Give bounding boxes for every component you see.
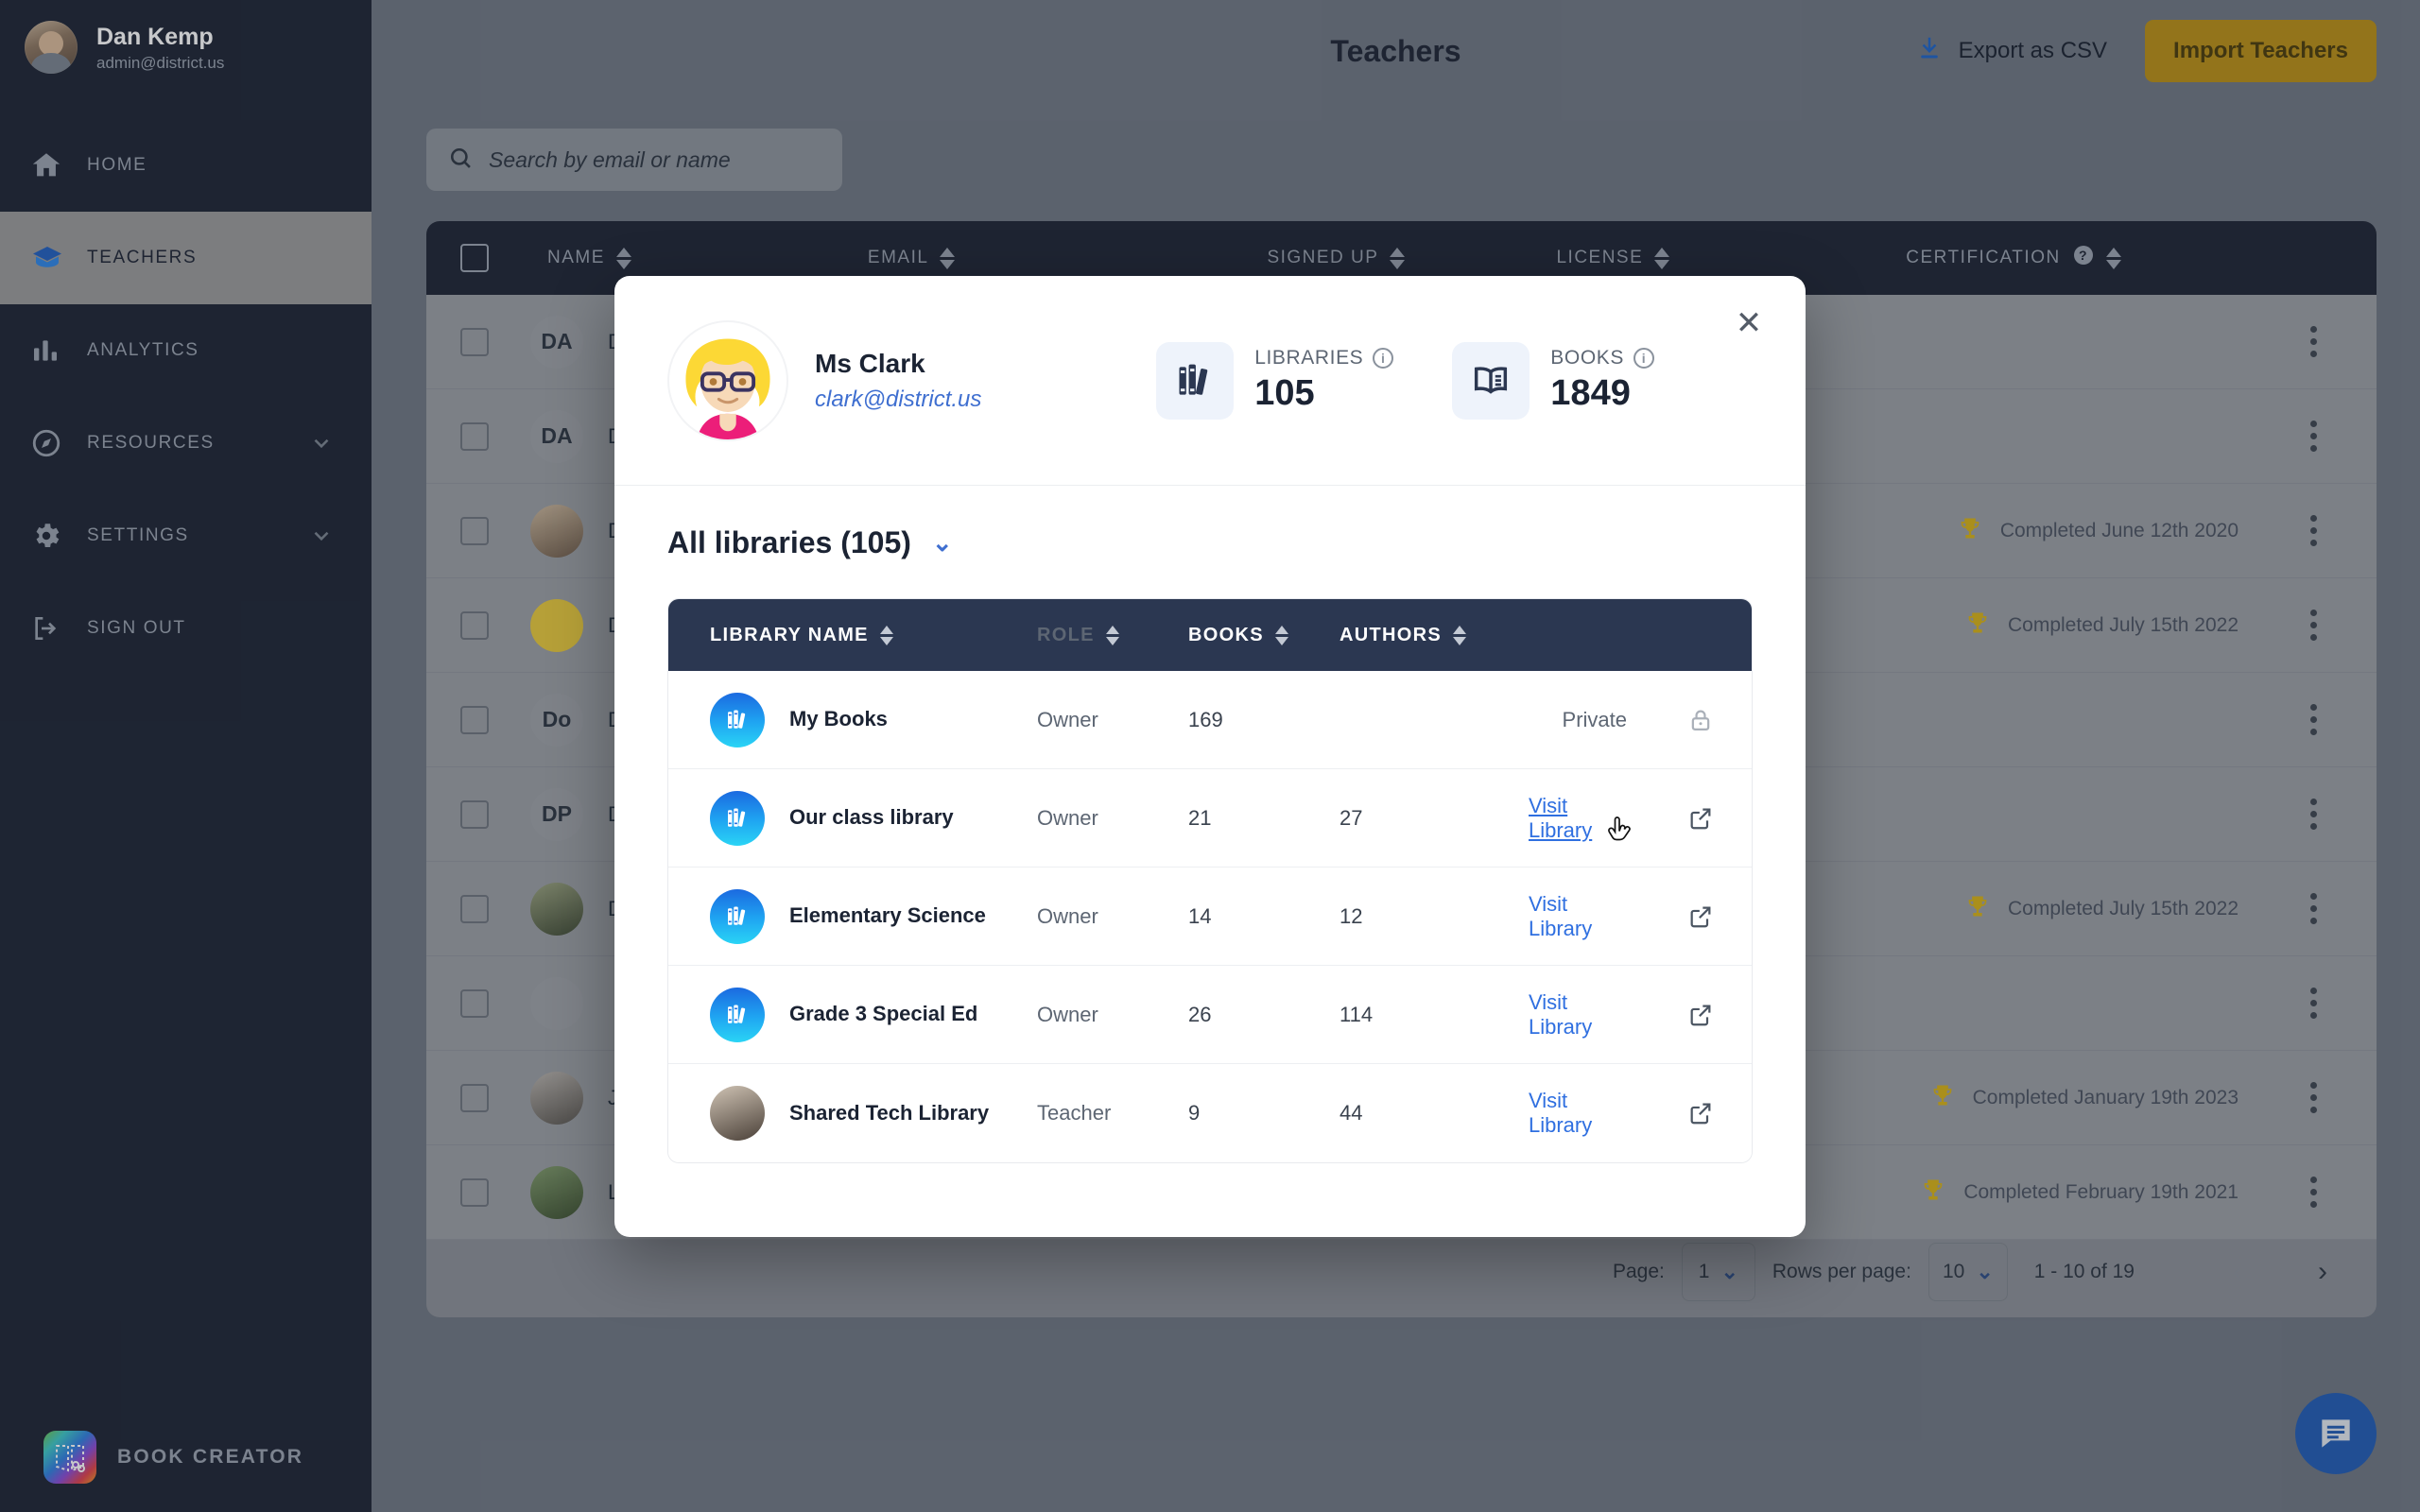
library-role-cell: Owner xyxy=(1037,903,1098,928)
library-role-cell: Owner xyxy=(1037,1002,1098,1026)
visit-library-link[interactable]: Visit Library xyxy=(1529,1089,1627,1138)
library-name: Grade 3 Special Ed xyxy=(789,1002,978,1026)
sort-arrows-icon xyxy=(1105,625,1119,645)
library-books-cell: 21 xyxy=(1188,805,1212,830)
private-label: Private xyxy=(1562,707,1627,731)
library-action-cell: Visit Library xyxy=(1529,990,1650,1040)
column-header-library-name[interactable]: LIBRARY NAME xyxy=(668,625,1037,646)
libraries-title: All libraries (105) xyxy=(667,525,911,559)
stat-label-text: BOOKS xyxy=(1550,347,1624,369)
library-row[interactable]: Our class library Owner 21 27 Visit Library xyxy=(668,769,1752,868)
library-name-cell: Grade 3 Special Ed xyxy=(668,987,1037,1042)
chevron-down-icon[interactable]: ⌄ xyxy=(932,528,953,558)
library-name: Shared Tech Library xyxy=(789,1100,990,1125)
books-shelf-icon xyxy=(1156,341,1235,420)
modal-stats: LIBRARIES i 105 BOOKS i 1849 xyxy=(1156,341,1753,420)
library-icon xyxy=(710,790,765,846)
library-row[interactable]: Grade 3 Special Ed Owner 26 114 Visit Librar… xyxy=(668,966,1752,1064)
library-icon xyxy=(710,692,765,747)
info-icon[interactable]: i xyxy=(1373,348,1394,369)
lock-icon xyxy=(1650,707,1752,733)
external-link-icon[interactable] xyxy=(1650,903,1752,930)
column-header-role[interactable]: ROLE xyxy=(1037,625,1188,646)
close-icon[interactable]: ✕ xyxy=(1726,301,1772,346)
column-label: ROLE xyxy=(1037,624,1095,645)
library-books-cell: 26 xyxy=(1188,1002,1212,1026)
sort-arrows-icon xyxy=(1453,625,1466,645)
library-books-cell: 14 xyxy=(1188,903,1212,928)
library-row[interactable]: My Books Owner 169 Private xyxy=(668,671,1752,769)
open-book-icon xyxy=(1452,341,1530,420)
library-authors-cell: 44 xyxy=(1340,1101,1363,1125)
libraries-table-header: LIBRARY NAME ROLE BOOKS AUTHORS xyxy=(668,599,1752,671)
library-name-cell: Shared Tech Library xyxy=(668,1086,1037,1141)
library-authors-cell: 114 xyxy=(1340,1002,1374,1026)
sort-arrows-icon xyxy=(879,625,893,645)
visit-library-link[interactable]: Visit Library xyxy=(1529,794,1627,843)
library-action-cell: Visit Library xyxy=(1529,892,1650,941)
stat-libraries-value: 105 xyxy=(1254,373,1315,413)
stat-books-value: 1849 xyxy=(1550,373,1631,413)
modal-teacher-meta: Ms Clark clark@district.us xyxy=(815,349,981,413)
stat-books: BOOKS i 1849 xyxy=(1452,341,1654,420)
column-header-authors[interactable]: AUTHORS xyxy=(1340,625,1529,646)
library-action-cell: Private xyxy=(1529,708,1650,732)
library-role-cell: Teacher xyxy=(1037,1101,1112,1125)
modal-header: ✕ Ms Clark clark@district.us LIBRARIES i… xyxy=(614,276,1806,486)
teacher-detail-modal: ✕ Ms Clark clark@district.us LIBRARIES i… xyxy=(614,276,1806,1237)
library-action-cell: Visit Library xyxy=(1529,794,1650,843)
library-name-cell: Our class library xyxy=(668,790,1037,846)
library-name-cell: My Books xyxy=(668,692,1037,747)
library-authors-cell: 12 xyxy=(1340,903,1363,928)
library-books-cell: 9 xyxy=(1188,1101,1201,1125)
modal-teacher-email: clark@district.us xyxy=(815,386,982,412)
column-label: LIBRARY NAME xyxy=(710,624,869,645)
library-row[interactable]: Elementary Science Owner 14 12 Visit Library xyxy=(668,868,1752,966)
modal-body: All libraries (105) ⌄ LIBRARY NAME ROLE … xyxy=(614,486,1806,1163)
library-icon xyxy=(710,888,765,944)
external-link-icon[interactable] xyxy=(1650,1002,1752,1028)
library-name-cell: Elementary Science xyxy=(668,888,1037,944)
column-label: AUTHORS xyxy=(1340,624,1442,645)
column-label: BOOKS xyxy=(1188,624,1264,645)
stat-libraries-label: LIBRARIES i xyxy=(1254,347,1394,369)
stat-label-text: LIBRARIES xyxy=(1254,347,1364,369)
info-icon[interactable]: i xyxy=(1634,348,1654,369)
teacher-photo-icon xyxy=(710,1086,765,1141)
cartoon-avatar-blonde-glasses-icon xyxy=(667,319,788,441)
library-books-cell: 169 xyxy=(1188,707,1223,731)
library-role-cell: Owner xyxy=(1037,805,1098,830)
library-icon xyxy=(710,987,765,1042)
external-link-icon[interactable] xyxy=(1650,805,1752,832)
libraries-table: LIBRARY NAME ROLE BOOKS AUTHORS My Books… xyxy=(667,598,1753,1163)
visit-library-link[interactable]: Visit Library xyxy=(1529,990,1627,1040)
modal-teacher-name: Ms Clark xyxy=(815,348,925,378)
library-name: Elementary Science xyxy=(789,903,986,928)
visit-library-link[interactable]: Visit Library xyxy=(1529,892,1627,941)
libraries-section-header: All libraries (105) ⌄ xyxy=(667,525,1753,560)
library-row[interactable]: Shared Tech Library Teacher 9 44 Visit Libra… xyxy=(668,1064,1752,1162)
app-root: Dan Kemp admin@district.us HOME TEACHERS xyxy=(0,0,2420,1512)
library-authors-cell: 27 xyxy=(1340,805,1363,830)
stat-books-label: BOOKS i xyxy=(1550,347,1654,369)
stat-libraries: LIBRARIES i 105 xyxy=(1156,341,1394,420)
libraries-table-body: My Books Owner 169 Private Our class library… xyxy=(668,671,1752,1162)
external-link-icon[interactable] xyxy=(1650,1100,1752,1126)
library-name: Our class library xyxy=(789,805,954,830)
library-name: My Books xyxy=(789,707,888,731)
library-role-cell: Owner xyxy=(1037,707,1098,731)
column-header-books[interactable]: BOOKS xyxy=(1188,625,1340,646)
sort-arrows-icon xyxy=(1274,625,1288,645)
library-action-cell: Visit Library xyxy=(1529,1089,1650,1138)
